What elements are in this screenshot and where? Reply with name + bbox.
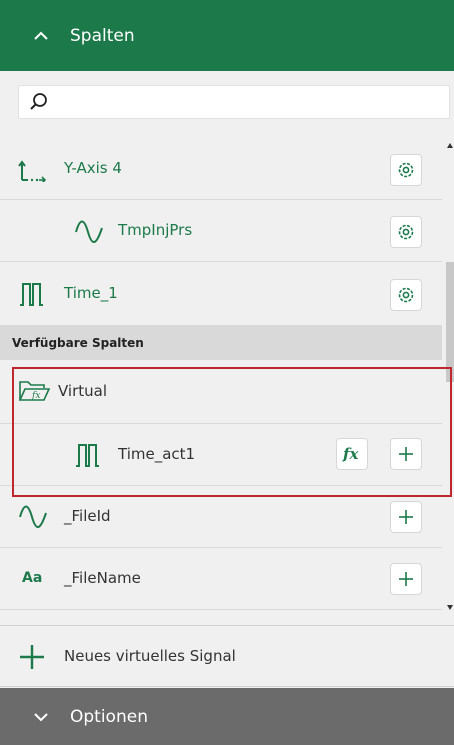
column-label: Time_1 — [64, 284, 118, 302]
list-item-virtual-folder[interactable]: fx Virtual — [0, 360, 442, 424]
chevron-up-icon — [34, 31, 48, 40]
svg-text:fx: fx — [31, 391, 40, 401]
search-area — [0, 71, 454, 138]
column-label: _FileId — [64, 507, 111, 525]
formula-button[interactable]: fx — [336, 438, 368, 470]
available-columns-header: Verfügbare Spalten — [0, 326, 442, 360]
new-virtual-signal-button[interactable]: Neues virtuelles Signal — [0, 625, 454, 687]
list-item[interactable]: Time_1 — [0, 262, 442, 326]
settings-button[interactable] — [390, 216, 422, 248]
square-wave-icon — [20, 283, 43, 306]
settings-button[interactable] — [390, 279, 422, 311]
plus-icon — [20, 645, 44, 669]
virtual-folder-icon: fx — [18, 381, 51, 401]
list-item[interactable]: _FileId — [0, 486, 442, 548]
columns-panel-header[interactable]: Spalten — [0, 0, 454, 71]
sine-wave-icon — [19, 505, 47, 528]
column-label: Virtual — [58, 382, 108, 400]
svg-text:fx: fx — [342, 445, 359, 463]
axis-icon — [18, 160, 47, 182]
add-column-button[interactable] — [390, 438, 422, 470]
plus-icon — [399, 447, 413, 461]
scroll-up-arrow[interactable] — [447, 143, 453, 148]
square-wave-icon — [76, 444, 99, 467]
gear-icon — [398, 224, 414, 240]
gear-icon — [398, 162, 414, 178]
scroll-down-arrow[interactable] — [447, 605, 453, 610]
search-icon — [30, 93, 47, 110]
new-virtual-signal-label: Neues virtuelles Signal — [64, 647, 236, 665]
options-panel-header[interactable]: Optionen — [0, 688, 454, 745]
options-panel-title: Optionen — [70, 706, 148, 727]
column-label: Y-Axis 4 — [64, 159, 122, 177]
fx-icon: fx — [342, 445, 359, 463]
list-item[interactable]: Y-Axis 4 — [0, 138, 442, 200]
scrollbar-thumb[interactable] — [446, 262, 454, 382]
settings-button[interactable] — [390, 154, 422, 186]
search-box[interactable] — [18, 85, 450, 119]
list-item[interactable]: TmpInjPrs — [0, 200, 442, 262]
gear-icon — [398, 287, 414, 303]
text-aa-icon: Aa — [22, 570, 43, 586]
columns-panel-title: Spalten — [70, 25, 135, 46]
list-item[interactable]: Time_act1 fx — [0, 424, 442, 486]
search-input[interactable] — [57, 90, 441, 116]
column-label: _FileName — [64, 569, 141, 587]
columns-list[interactable]: Y-Axis 4 TmpInjPrs Time_1 Verfügbare Spa… — [0, 138, 446, 614]
chevron-down-icon — [34, 712, 48, 721]
plus-icon — [399, 572, 413, 586]
add-column-button[interactable] — [390, 501, 422, 533]
add-column-button[interactable] — [390, 563, 422, 595]
column-label: Time_act1 — [118, 445, 196, 463]
list-item[interactable]: Aa _FileName — [0, 548, 442, 610]
column-label: TmpInjPrs — [118, 221, 193, 239]
plus-icon — [399, 510, 413, 524]
sine-wave-icon — [75, 220, 103, 243]
